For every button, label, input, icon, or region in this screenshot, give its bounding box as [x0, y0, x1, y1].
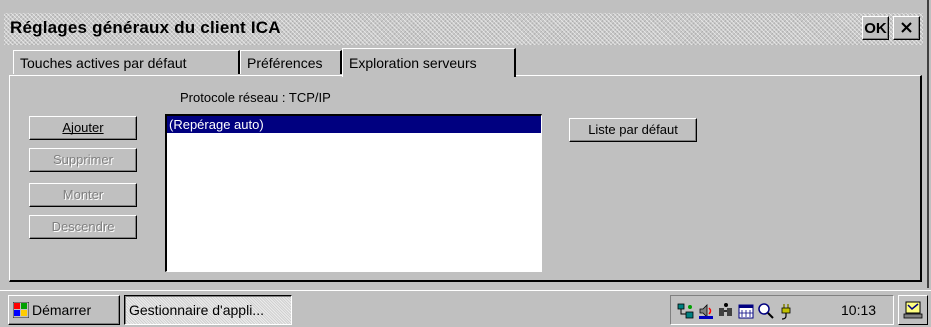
move-down-button[interactable]: Descendre [29, 215, 137, 239]
taskbar-item-app-manager[interactable]: Gestionnaire d'appli... [124, 295, 292, 325]
ok-button[interactable]: OK [862, 16, 889, 40]
power-plug-icon[interactable] [777, 302, 795, 320]
start-label: Démarrer [32, 302, 92, 318]
move-up-button[interactable]: Monter [29, 183, 137, 207]
add-button[interactable]: Ajouter [29, 116, 137, 140]
window-title: Réglages généraux du client ICA [10, 18, 281, 37]
add-button-label: Ajouter [62, 120, 104, 135]
volume-icon[interactable] [697, 302, 715, 320]
network-icon[interactable] [677, 302, 695, 320]
move-down-button-label: Descendre [51, 219, 115, 234]
system-tray: 10:13 [670, 295, 894, 325]
pc-connection-icon[interactable] [717, 302, 735, 320]
close-icon [901, 22, 912, 33]
desktop-icon [903, 301, 923, 319]
tab-preferences[interactable]: Préférences [240, 50, 342, 74]
remove-button-label: Supprimer [53, 152, 113, 167]
calendar-icon[interactable] [737, 302, 755, 320]
close-button[interactable] [893, 16, 920, 40]
remove-button[interactable]: Supprimer [29, 148, 137, 172]
move-up-button-label: Monter [62, 187, 104, 202]
show-desktop-button[interactable] [898, 295, 928, 325]
list-item[interactable]: (Repérage auto) [167, 116, 541, 133]
default-list-button[interactable]: Liste par défaut [569, 118, 697, 142]
tab-hotkeys[interactable]: Touches actives par défaut [13, 50, 240, 74]
tab-server-browsing[interactable]: Exploration serveurs [342, 48, 516, 77]
server-list[interactable]: (Repérage auto) [165, 114, 542, 272]
start-button[interactable]: Démarrer [8, 295, 120, 325]
taskbar: Démarrer Gestionnaire d'appli... 10:13 [0, 290, 931, 327]
settings-window: Réglages généraux du client ICA OK Touch… [0, 0, 929, 288]
screen: Réglages généraux du client ICA OK Touch… [0, 0, 931, 327]
default-list-button-label: Liste par défaut [588, 122, 678, 137]
clock[interactable]: 10:13 [841, 296, 876, 324]
windows-logo-icon [13, 302, 29, 318]
search-icon[interactable] [757, 302, 775, 320]
protocol-label: Protocole réseau : TCP/IP [180, 90, 331, 105]
title-bar[interactable]: Réglages généraux du client ICA OK [4, 13, 923, 45]
